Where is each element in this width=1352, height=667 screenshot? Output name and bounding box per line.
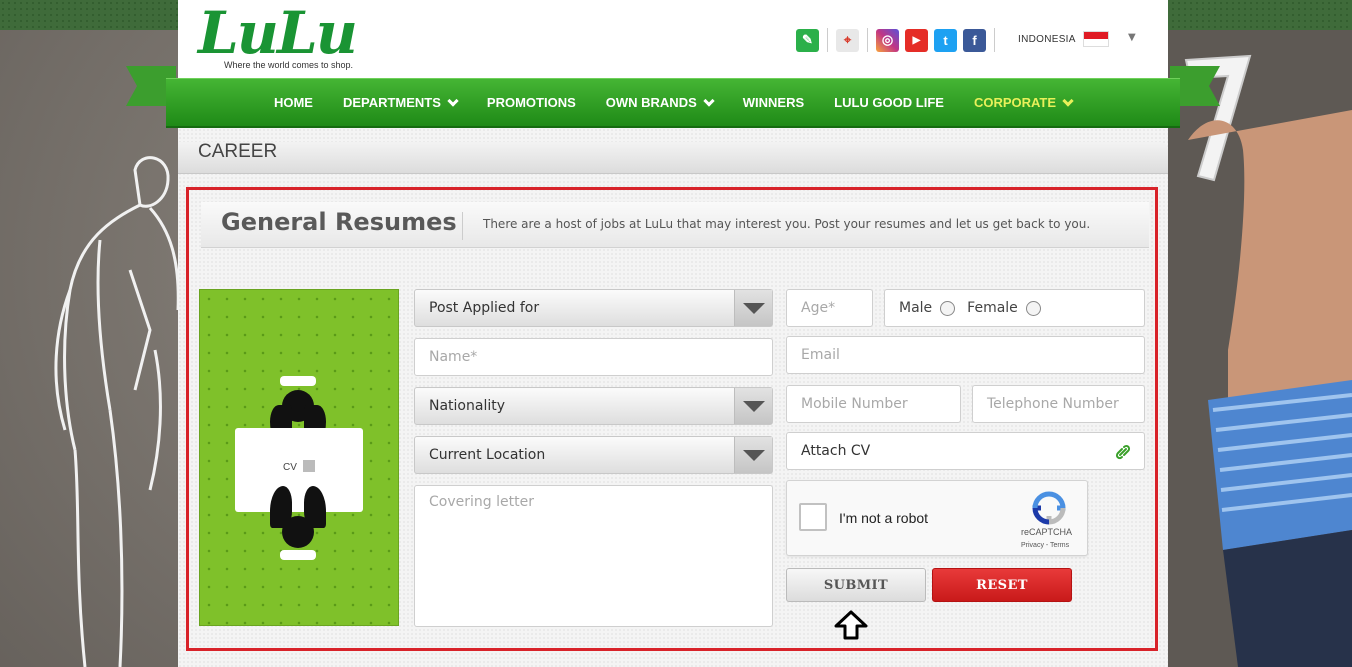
logo-tagline: Where the world comes to shop. <box>224 60 354 70</box>
gender-male-radio[interactable] <box>940 300 956 316</box>
gender-male-label: Male <box>899 300 933 316</box>
dropdown-arrow-icon[interactable] <box>734 290 772 326</box>
header-icons: ✎ ⌖ ◎ ▶ t f <box>796 28 1003 52</box>
career-header-bar <box>178 142 1168 174</box>
nationality-value: Nationality <box>429 398 506 414</box>
gender-female-label: Female <box>967 300 1018 316</box>
nav-home[interactable]: HOME <box>274 95 313 110</box>
nav-promotions[interactable]: PROMOTIONS <box>487 95 576 110</box>
nav-departments[interactable]: DEPARTMENTS <box>342 94 459 110</box>
telephone-number-input[interactable]: Telephone Number <box>972 385 1145 423</box>
recaptcha-label: I'm not a robot <box>839 510 929 526</box>
current-location-value: Current Location <box>429 447 546 463</box>
feedback-icon[interactable]: ✎ <box>796 28 819 52</box>
section-header: General Resumes There are a host of jobs… <box>201 202 1149 248</box>
nav-lulu-good-life-label: LULU GOOD LIFE <box>834 95 944 110</box>
lulu-logo[interactable]: LuLu Where the world comes to shop. <box>198 2 378 72</box>
person-icon <box>303 460 315 472</box>
main-navigation: HOME DEPARTMENTS PROMOTIONS OWN BRANDS W… <box>166 78 1180 128</box>
cv-document: CV <box>235 428 363 512</box>
age-input[interactable]: Age* <box>786 289 873 327</box>
resume-form-frame: General Resumes There are a host of jobs… <box>186 187 1158 651</box>
facebook-icon[interactable]: f <box>963 28 986 52</box>
arrow-up-icon <box>834 610 868 640</box>
recaptcha-widget: I'm not a robot reCAPTCHA Privacy - Term… <box>786 480 1088 556</box>
map-pin-icon[interactable]: ⌖ <box>836 28 859 52</box>
telephone-placeholder: Telephone Number <box>987 396 1119 412</box>
email-placeholder: Email <box>801 347 840 363</box>
email-input[interactable]: Email <box>786 336 1145 374</box>
chair-top <box>280 376 316 386</box>
paperclip-icon[interactable] <box>1114 443 1132 461</box>
youtube-icon[interactable]: ▶ <box>905 28 928 52</box>
current-location-select[interactable]: Current Location <box>414 436 773 474</box>
divider <box>827 28 828 52</box>
section-description: There are a host of jobs at LuLu that ma… <box>483 217 1091 231</box>
nationality-select[interactable]: Nationality <box>414 387 773 425</box>
divider <box>867 28 868 52</box>
nav-home-label: HOME <box>273 95 313 110</box>
site-header: LuLu Where the world comes to shop. ✎ ⌖ … <box>178 0 1168 80</box>
attach-cv-label: Attach CV <box>801 443 871 459</box>
chevron-down-icon <box>703 94 715 107</box>
nav-corporate[interactable]: CORPORATE <box>973 94 1074 110</box>
logo-text: LuLu <box>198 0 358 67</box>
page-content: CAREER General Resumes There are a host … <box>178 128 1168 667</box>
recaptcha-brand: reCAPTCHA <box>1021 527 1073 537</box>
post-applied-select[interactable]: Post Applied for <box>414 289 773 327</box>
recaptcha-logo-icon <box>1032 491 1066 525</box>
chair-bottom <box>280 550 316 560</box>
person-head-bottom <box>282 516 314 548</box>
age-placeholder: Age* <box>801 300 836 316</box>
recaptcha-privacy-terms[interactable]: Privacy - Terms <box>1021 542 1069 549</box>
nav-own-brands-label: OWN BRANDS <box>605 95 697 110</box>
nav-promotions-label: PROMOTIONS <box>486 95 576 110</box>
gender-female-radio[interactable] <box>1025 300 1041 316</box>
name-input[interactable]: Name* <box>414 338 773 376</box>
nav-own-brands[interactable]: OWN BRANDS <box>605 94 715 110</box>
dropdown-arrow-icon[interactable] <box>734 388 772 424</box>
submit-button[interactable]: SUBMIT <box>786 568 926 602</box>
gender-radio-group: Male Female <box>884 289 1145 327</box>
section-title: General Resumes <box>221 208 457 236</box>
hand-decoration <box>1188 110 1352 667</box>
divider <box>462 212 463 240</box>
chevron-down-icon[interactable]: ▼ <box>1128 32 1136 43</box>
nav-winners-label: WINNERS <box>742 95 805 110</box>
country-selector-label[interactable]: INDONESIA <box>1018 34 1076 45</box>
cv-illustration: CV <box>199 289 399 626</box>
sketch-man-illustration <box>54 156 180 667</box>
nav-lulu-good-life[interactable]: LULU GOOD LIFE <box>834 95 944 110</box>
dropdown-arrow-icon[interactable] <box>734 437 772 473</box>
page-title: CAREER <box>198 141 278 162</box>
instagram-icon[interactable]: ◎ <box>876 28 899 52</box>
attach-cv-input[interactable]: Attach CV <box>786 432 1145 470</box>
nav-corporate-label: CORPORATE <box>973 95 1057 110</box>
cv-label: CV <box>283 462 297 473</box>
covering-letter-textarea[interactable]: Covering letter <box>414 485 773 627</box>
covering-letter-placeholder: Covering letter <box>429 494 534 510</box>
indonesia-flag-icon[interactable] <box>1083 31 1109 47</box>
post-applied-value: Post Applied for <box>429 300 540 316</box>
name-placeholder: Name* <box>429 349 478 365</box>
nav-departments-label: DEPARTMENTS <box>342 95 441 110</box>
nav-winners[interactable]: WINNERS <box>743 95 804 110</box>
chevron-down-icon <box>447 94 459 107</box>
main-page: LuLu Where the world comes to shop. ✎ ⌖ … <box>126 0 1220 667</box>
chevron-down-icon <box>1062 94 1074 107</box>
reset-button[interactable]: RESET <box>932 568 1072 602</box>
divider <box>994 28 995 52</box>
twitter-icon[interactable]: t <box>934 28 957 52</box>
mobile-number-input[interactable]: Mobile Number <box>786 385 961 423</box>
mobile-placeholder: Mobile Number <box>801 396 908 412</box>
recaptcha-checkbox[interactable] <box>799 503 827 531</box>
